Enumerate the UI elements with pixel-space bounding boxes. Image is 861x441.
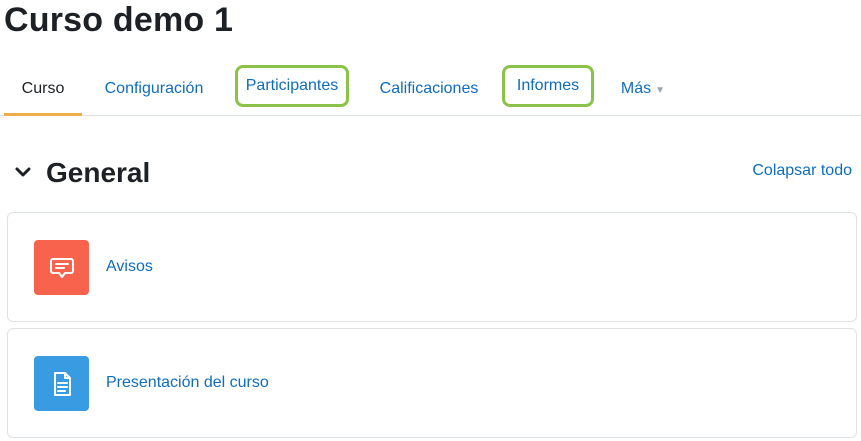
forum-icon[interactable]: [34, 240, 89, 295]
chevron-down-icon[interactable]: [13, 162, 33, 182]
activity-item: Presentación del curso: [7, 328, 857, 438]
tab-grades[interactable]: Calificaciones: [367, 62, 491, 116]
tab-course-label: Curso: [21, 80, 65, 97]
tab-settings-label: Configuración: [104, 80, 204, 97]
tab-settings[interactable]: Configuración: [92, 62, 216, 116]
chevron-down-icon: ▼: [655, 84, 666, 96]
page-icon[interactable]: [34, 356, 89, 411]
collapse-all-link[interactable]: Colapsar todo: [752, 162, 852, 180]
tab-reports-label: Informes: [516, 77, 580, 94]
activity-item: Avisos: [7, 212, 857, 322]
activity-link[interactable]: Avisos: [106, 258, 153, 276]
tab-grades-label: Calificaciones: [379, 80, 479, 97]
tab-more[interactable]: Más ▼: [610, 62, 676, 116]
tab-participants[interactable]: Participantes: [235, 65, 349, 107]
activity-link[interactable]: Presentación del curso: [106, 374, 269, 392]
section-title: General: [46, 157, 151, 188]
section-header: General Colapsar todo: [0, 150, 861, 196]
course-tabs: Curso Configuración Participantes Califi…: [0, 62, 861, 116]
tab-participants-label: Participantes: [245, 77, 339, 94]
tab-course[interactable]: Curso: [4, 62, 82, 116]
tab-reports[interactable]: Informes: [502, 65, 594, 107]
page-title: Curso demo 1: [4, 1, 234, 39]
tab-more-label: Más: [620, 80, 652, 97]
